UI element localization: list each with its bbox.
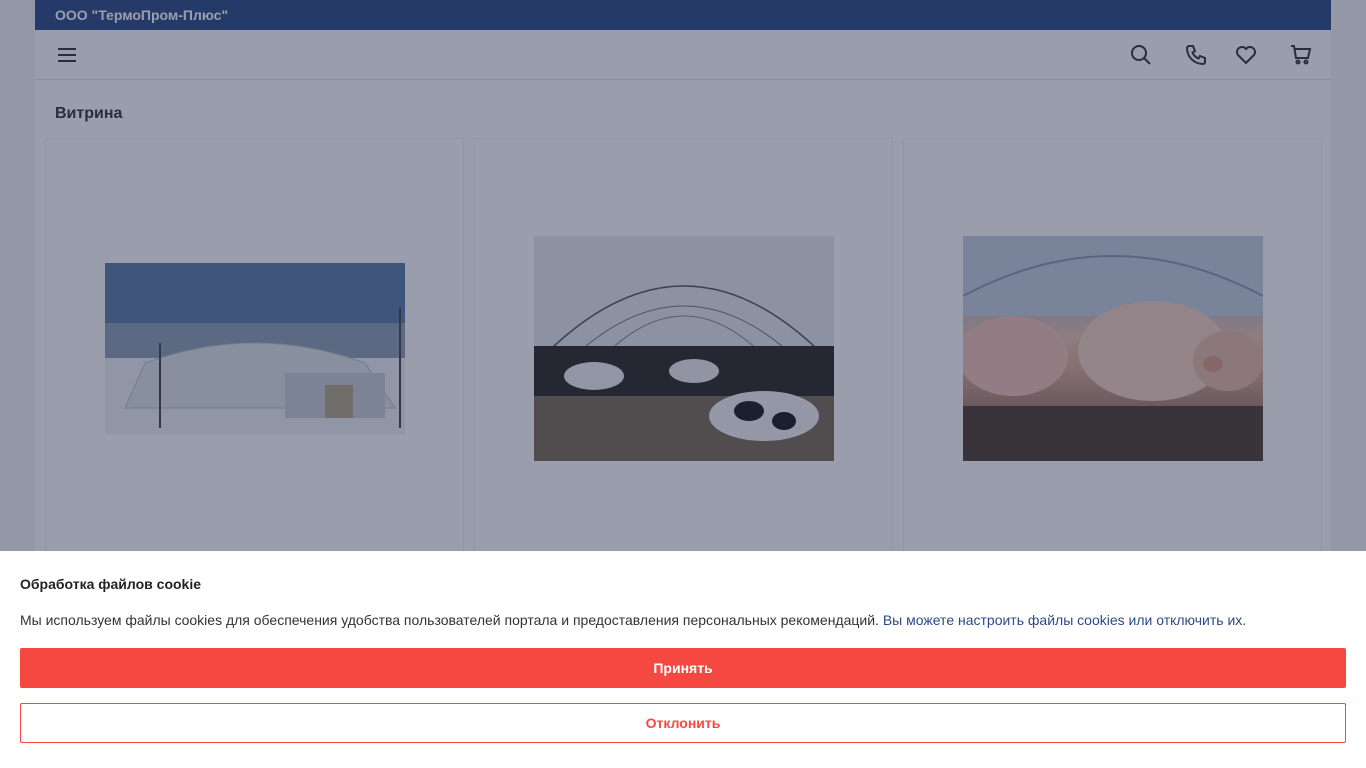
cookie-settings-link[interactable]: Вы можете настроить файлы cookies или от… [883,612,1246,628]
accept-button[interactable]: Принять [20,648,1346,688]
decline-button[interactable]: Отклонить [20,703,1346,743]
cookie-banner: Обработка файлов cookie Мы используем фа… [0,551,1366,768]
cookie-description: Мы используем файлы cookies для обеспече… [20,612,883,628]
cookie-text: Мы используем файлы cookies для обеспече… [20,612,1246,628]
cookie-title: Обработка файлов cookie [20,576,202,592]
